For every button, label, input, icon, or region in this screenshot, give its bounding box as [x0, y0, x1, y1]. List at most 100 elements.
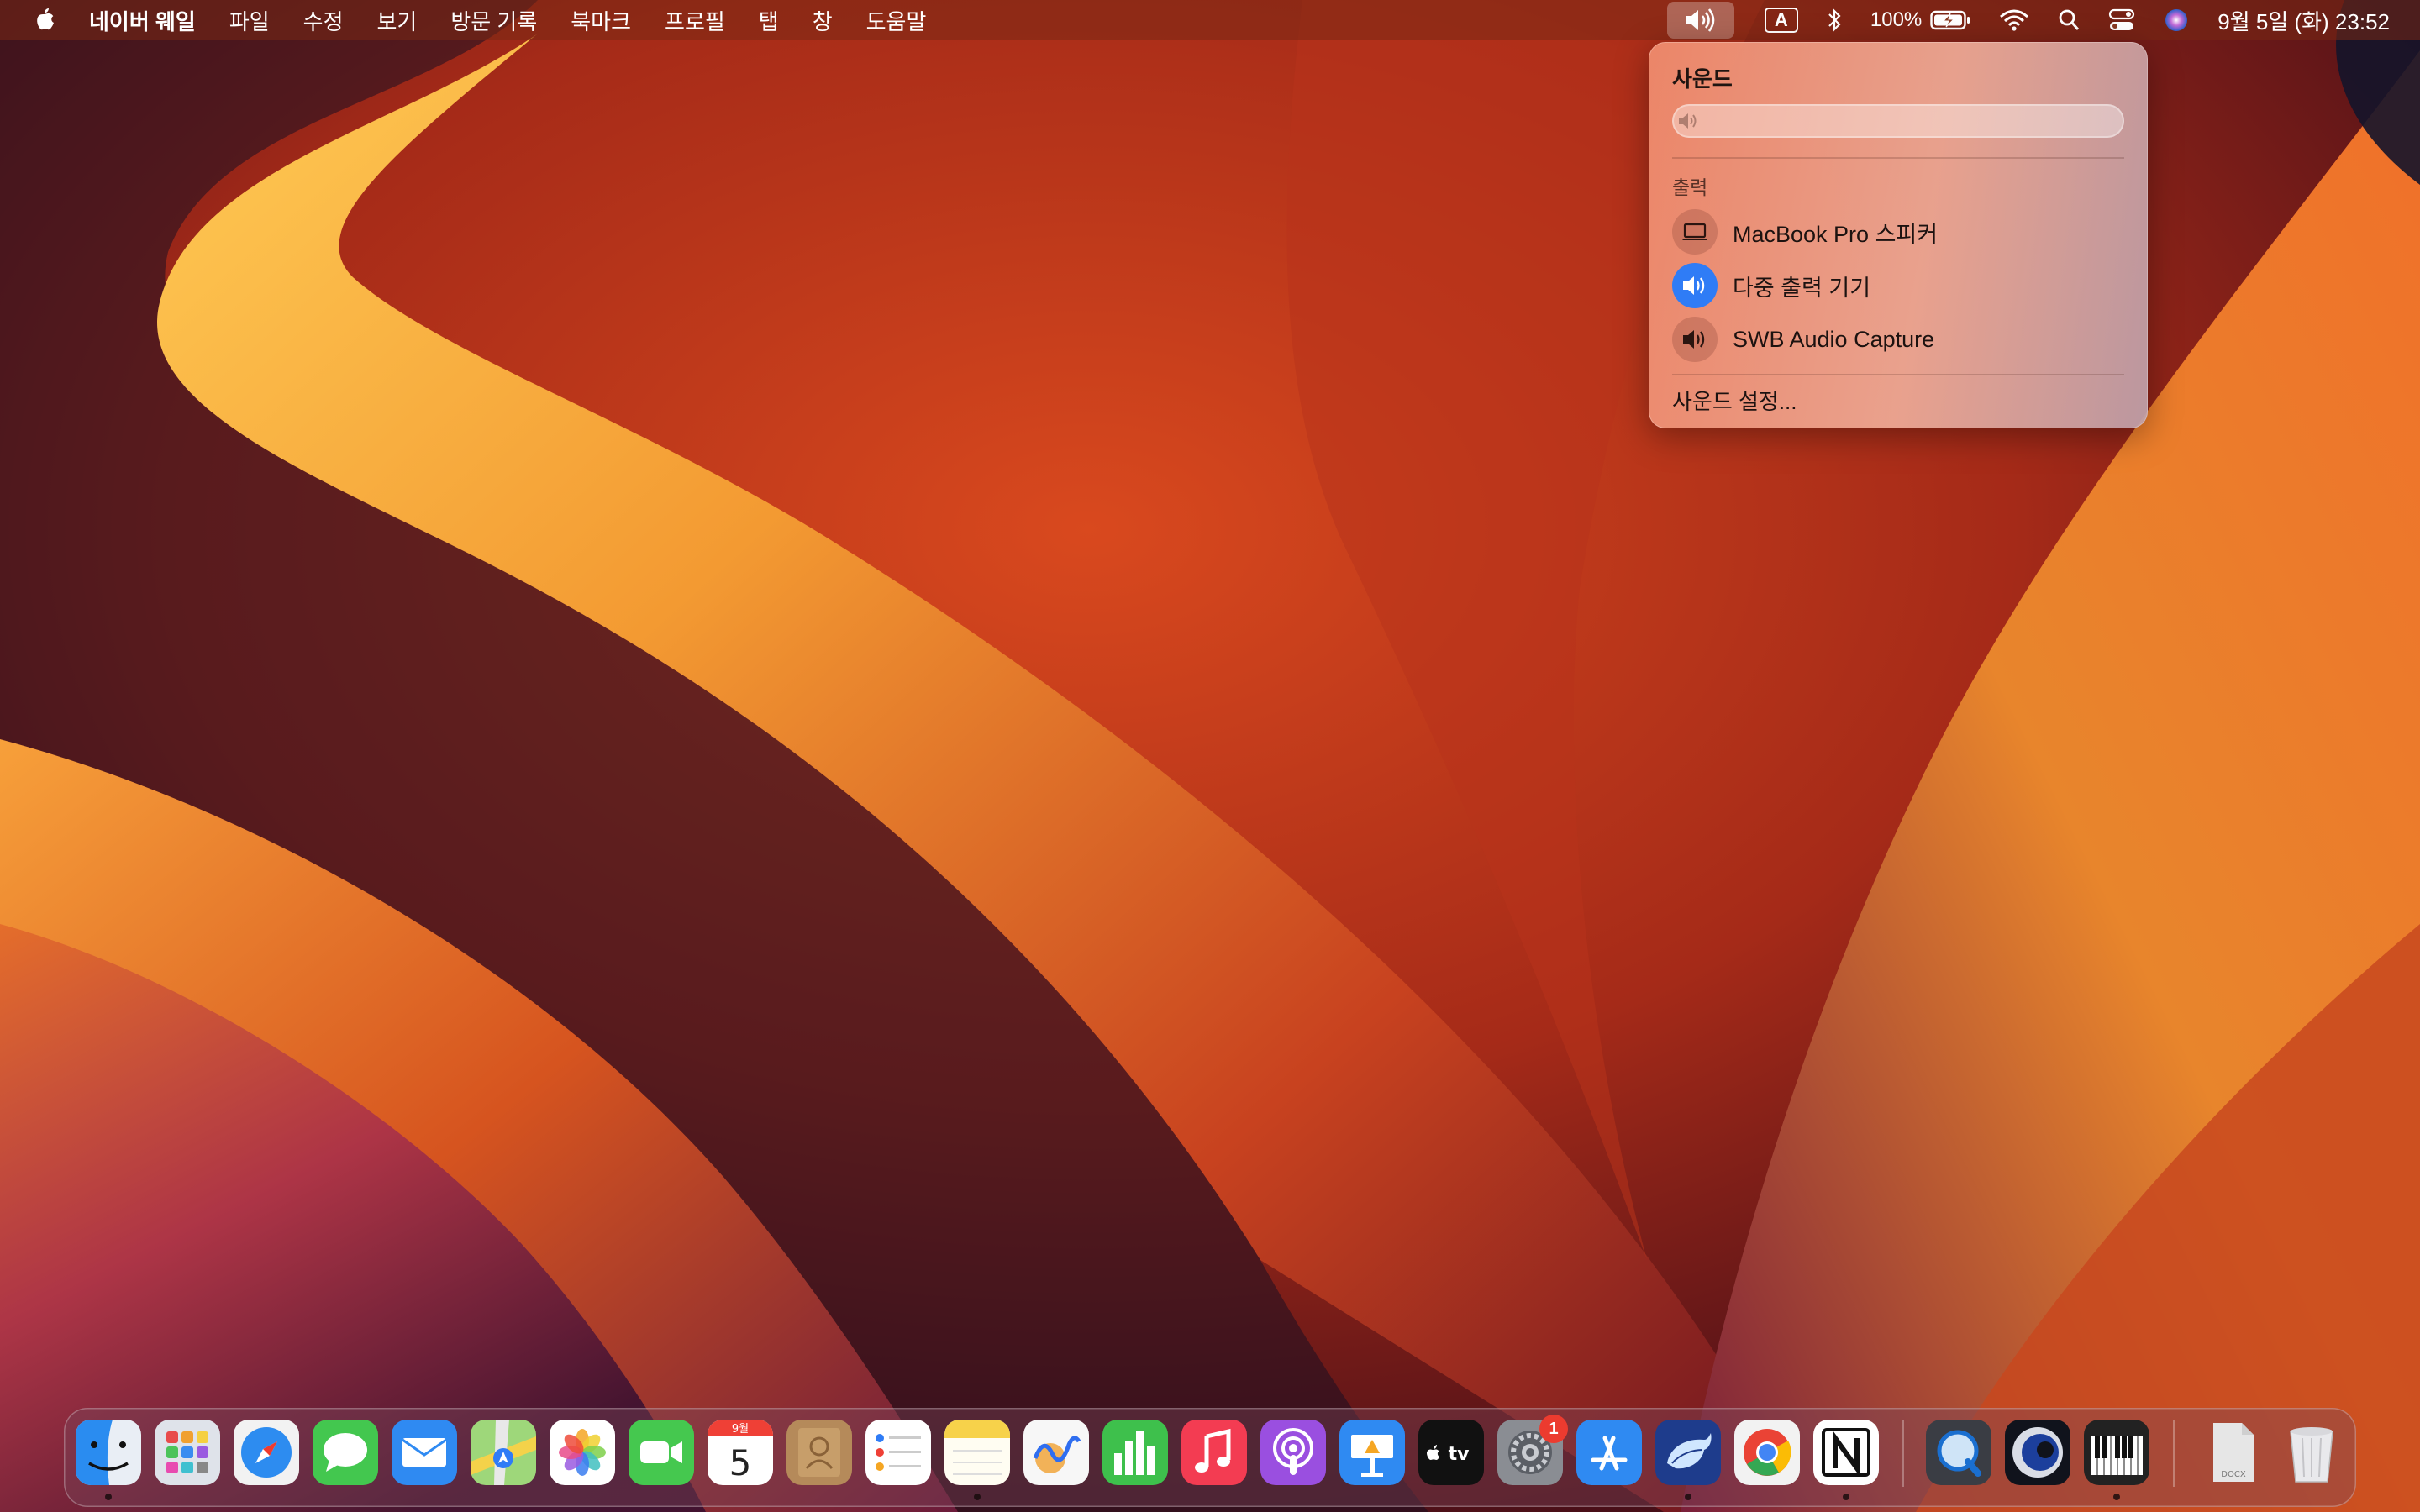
dock-reminders[interactable]	[865, 1420, 931, 1485]
volume-icon	[1679, 113, 1697, 129]
keynote-icon	[1339, 1420, 1405, 1485]
dock-contacts[interactable]	[786, 1420, 852, 1485]
menu-tab[interactable]: 탭	[759, 5, 779, 36]
dock-photos[interactable]	[550, 1420, 615, 1485]
speaker-icon	[1672, 263, 1718, 308]
output-device-label: SWB Audio Capture	[1733, 326, 1935, 352]
running-indicator	[1685, 1494, 1691, 1500]
menu-edit[interactable]: 수정	[303, 5, 344, 36]
dock-cinema-4d[interactable]	[2005, 1420, 2070, 1485]
dock-numbers[interactable]	[1102, 1420, 1168, 1485]
dock-calendar[interactable]: 9월 5	[708, 1420, 773, 1485]
cinema-4d-icon	[2005, 1420, 2070, 1485]
reminders-icon	[865, 1420, 931, 1485]
bluetooth-icon[interactable]	[1827, 3, 1842, 37]
dock-document[interactable]: DOCX	[2200, 1420, 2265, 1485]
menubar-clock[interactable]: 9월 5일 (화) 23:52	[2217, 3, 2390, 37]
battery-charging-icon	[1930, 10, 1970, 30]
sound-icon	[1685, 8, 1715, 32]
whale-browser-icon	[1655, 1420, 1721, 1485]
menu-view[interactable]: 보기	[377, 5, 418, 36]
safari-icon	[234, 1420, 299, 1485]
output-device-macbook-speaker[interactable]: MacBook Pro 스피커	[1672, 207, 1938, 256]
podcasts-icon	[1260, 1420, 1326, 1485]
maps-icon	[471, 1420, 536, 1485]
battery-status[interactable]: 100%	[1870, 3, 1970, 37]
apple-tv-icon: tv	[1418, 1420, 1484, 1485]
wifi-icon[interactable]	[1999, 3, 2029, 37]
numbers-icon	[1102, 1420, 1168, 1485]
menu-profile[interactable]: 프로필	[665, 5, 725, 36]
output-device-multi-output[interactable]: 다중 출력 기기	[1672, 261, 1870, 310]
dock-music[interactable]	[1181, 1420, 1247, 1485]
sound-menu-button[interactable]	[1666, 2, 1734, 39]
menu-bar: 네이버 웨일 파일 수정 보기 방문 기록 북마크 프로필 탭 창 도움말 A …	[0, 0, 2420, 40]
contacts-icon	[786, 1420, 852, 1485]
notes-icon	[944, 1420, 1010, 1485]
siri-icon[interactable]	[2164, 3, 2189, 37]
speaker-icon	[1672, 317, 1718, 362]
dock-trash[interactable]	[2279, 1420, 2344, 1485]
sound-menu-panel: 사운드 출력 MacBook Pro 스피커 다중 출력 기기 SWB Audi…	[1649, 42, 2148, 428]
dock-maps[interactable]	[471, 1420, 536, 1485]
freeform-icon	[1023, 1420, 1089, 1485]
menu-help[interactable]: 도움말	[866, 5, 927, 36]
dock-freeform[interactable]	[1023, 1420, 1089, 1485]
panel-divider	[1672, 157, 2124, 159]
output-section-label: 출력	[1672, 176, 1708, 198]
launchpad-icon	[155, 1420, 220, 1485]
dock-facetime[interactable]	[629, 1420, 694, 1485]
document-icon: DOCX	[2213, 1423, 2254, 1482]
mail-icon	[392, 1420, 457, 1485]
menu-file[interactable]: 파일	[229, 5, 270, 36]
calendar-month-label: 9월	[732, 1423, 749, 1436]
menu-app-name[interactable]: 네이버 웨일	[89, 5, 196, 36]
dock-app-store[interactable]	[1576, 1420, 1642, 1485]
dock-notion[interactable]	[1813, 1420, 1879, 1485]
music-icon	[1181, 1420, 1247, 1485]
piano-icon	[2084, 1420, 2149, 1485]
dock-podcasts[interactable]	[1260, 1420, 1326, 1485]
apple-icon[interactable]	[30, 5, 57, 35]
facetime-icon	[629, 1420, 694, 1485]
dock-separator	[2173, 1420, 2175, 1487]
running-indicator	[1843, 1494, 1849, 1500]
output-device-label: MacBook Pro 스피커	[1733, 221, 1939, 247]
dock-quicktime[interactable]	[1926, 1420, 1991, 1485]
sound-settings-link[interactable]: 사운드 설정...	[1672, 385, 1797, 416]
volume-slider[interactable]	[1672, 104, 2124, 138]
dock-piano-app[interactable]	[2084, 1420, 2149, 1485]
running-indicator	[105, 1494, 112, 1500]
running-indicator	[2113, 1494, 2120, 1500]
running-indicator	[974, 1494, 981, 1500]
dock-tv[interactable]: tv	[1418, 1420, 1484, 1485]
output-device-swb-audio-capture[interactable]: SWB Audio Capture	[1672, 315, 1934, 364]
app-store-icon	[1576, 1420, 1642, 1485]
tv-label: tv	[1449, 1444, 1470, 1465]
chrome-icon	[1734, 1420, 1800, 1485]
finder-icon	[76, 1420, 141, 1485]
dock-notes[interactable]	[944, 1420, 1010, 1485]
battery-percentage: 100%	[1870, 8, 1923, 31]
notion-icon	[1813, 1420, 1879, 1485]
dock-launchpad[interactable]	[155, 1420, 220, 1485]
messages-icon	[313, 1420, 378, 1485]
dock-safari[interactable]	[234, 1420, 299, 1485]
menu-history[interactable]: 방문 기록	[450, 5, 537, 36]
quicktime-icon	[1926, 1420, 1991, 1485]
dock-mail[interactable]	[392, 1420, 457, 1485]
spotlight-search-icon[interactable]	[2058, 3, 2080, 37]
dock-finder[interactable]	[76, 1420, 141, 1485]
menu-bookmarks[interactable]: 북마크	[571, 5, 631, 36]
notification-badge: 1	[1539, 1415, 1568, 1443]
dock-messages[interactable]	[313, 1420, 378, 1485]
dock-keynote[interactable]	[1339, 1420, 1405, 1485]
dock-whale-browser[interactable]	[1655, 1420, 1721, 1485]
dock-chrome[interactable]	[1734, 1420, 1800, 1485]
control-center-icon[interactable]	[2108, 3, 2135, 37]
input-source-icon[interactable]: A	[1764, 8, 1798, 33]
output-device-label: 다중 출력 기기	[1733, 275, 1871, 301]
laptop-icon	[1672, 209, 1718, 255]
panel-divider	[1672, 374, 2124, 375]
menu-window[interactable]: 창	[813, 5, 833, 36]
